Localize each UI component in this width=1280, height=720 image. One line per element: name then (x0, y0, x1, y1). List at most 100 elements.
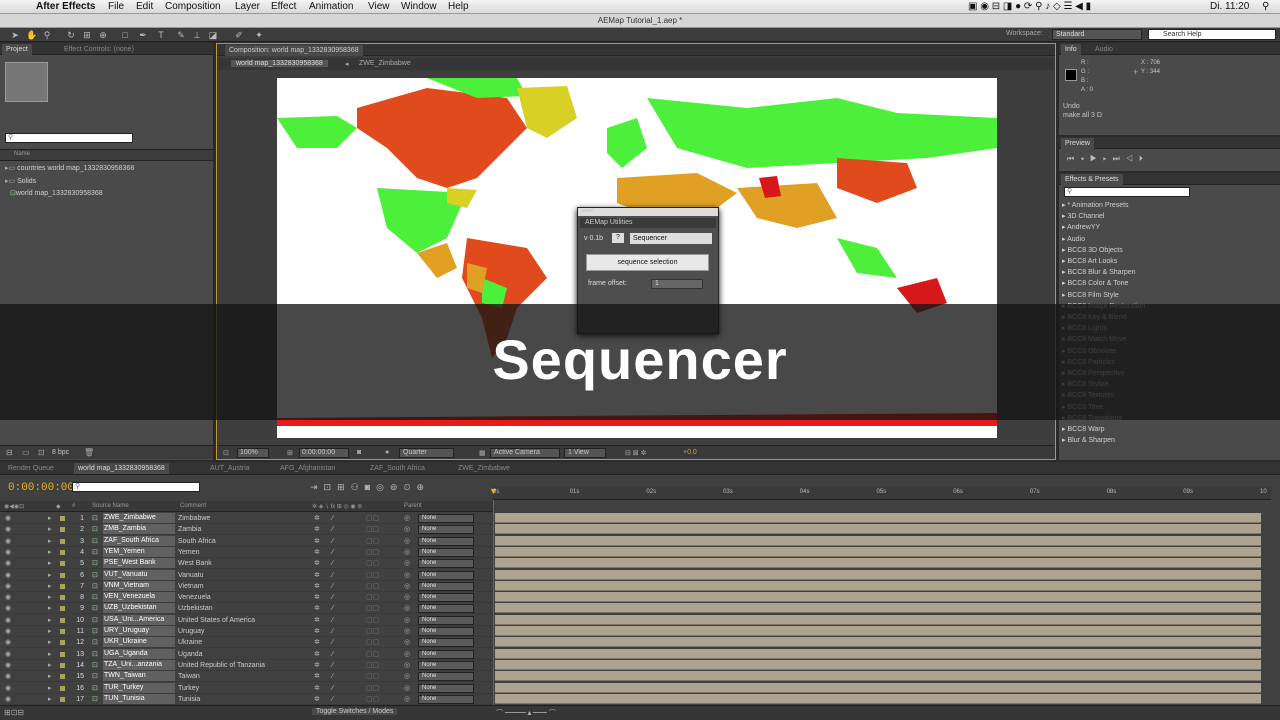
comp-timecode[interactable]: 0:00:00:00 (299, 448, 349, 458)
3d-layer-switch-icon[interactable]: ▢▢ (366, 524, 379, 535)
camera-tool-icon[interactable]: ⊞ (82, 30, 92, 40)
brush-tool-icon[interactable]: ✎ (176, 30, 186, 40)
3d-layer-switch-icon[interactable]: ▢▢ (366, 513, 379, 524)
eye-icon[interactable]: ◉ (5, 694, 11, 705)
rectangle-tool-icon[interactable]: □ (120, 30, 130, 40)
menu-composition[interactable]: Composition (165, 1, 221, 12)
expand-arrow-icon[interactable]: ▸ (48, 592, 52, 603)
layer-source-name[interactable]: ZAF_South Africa (103, 535, 175, 546)
timeline-search-input[interactable]: ⚲ (72, 482, 200, 492)
layer-comment[interactable]: Uruguay (178, 626, 204, 637)
layer-comment[interactable]: Vanuatu (178, 570, 204, 581)
layer-row[interactable]: ◉ ▸ 17 ⊡ TUN_Tunisia Tunisia ✲ ∕ ▢▢ ◎ None (0, 693, 493, 705)
eye-icon[interactable]: ◉ (5, 558, 11, 569)
parent-select[interactable]: None (418, 581, 474, 591)
quality-switch-icon[interactable]: ∕ (332, 603, 333, 614)
eye-icon[interactable]: ◉ (5, 513, 11, 524)
workspace-select[interactable]: Standard (1052, 29, 1142, 40)
pen-tool-icon[interactable]: ✒ (138, 30, 148, 40)
hand-tool-icon[interactable]: ✋ (26, 30, 37, 40)
layer-source-name[interactable]: VNM_Vietnam (103, 580, 175, 591)
parent-select[interactable]: None (418, 536, 474, 546)
layer-duration-bar[interactable] (495, 603, 1261, 614)
layer-source-name[interactable]: TUR_Turkey (103, 682, 175, 693)
quality-switch-icon[interactable]: ∕ (332, 649, 333, 660)
quality-switch-icon[interactable]: ∕ (332, 581, 333, 592)
collapse-switch-icon[interactable]: ✲ (314, 649, 320, 660)
selection-tool-icon[interactable]: ➤ (10, 30, 20, 40)
quality-switch-icon[interactable]: ∕ (332, 592, 333, 603)
expand-arrow-icon[interactable]: ▸ (48, 513, 52, 524)
layer-row[interactable]: ◉ ▸ 12 ⊡ UKR_Ukraine Ukraine ✲ ∕ ▢▢ ◎ None (0, 637, 493, 649)
3d-layer-switch-icon[interactable]: ▢▢ (366, 615, 379, 626)
layer-duration-bar[interactable] (495, 693, 1261, 704)
pickwhip-icon[interactable]: ◎ (404, 649, 410, 660)
pickwhip-icon[interactable]: ◎ (404, 547, 410, 558)
layer-duration-bar[interactable] (495, 580, 1261, 591)
label-color-swatch[interactable] (60, 696, 65, 702)
source-name-header[interactable]: Source Name (92, 503, 129, 509)
layer-comment[interactable]: Uzbekistan (178, 603, 213, 614)
expand-arrow-icon[interactable]: ▸ (48, 570, 52, 581)
breadcrumb-world-map[interactable]: world map_1332830958368 (231, 60, 328, 67)
collapse-switch-icon[interactable]: ✲ (314, 581, 320, 592)
collapse-switch-icon[interactable]: ✲ (314, 694, 320, 705)
tab-south-africa[interactable]: ZAF_South Africa (366, 463, 429, 474)
label-color-swatch[interactable] (60, 662, 65, 668)
layer-duration-bar[interactable] (495, 592, 1261, 603)
layer-duration-bar[interactable] (495, 524, 1261, 535)
zoom-slider-icon[interactable]: ⌒ ━━━▲━━ ⌒ (496, 708, 556, 718)
status-icons[interactable]: ▣ ◉ ⊟ ◨ ● ⟳ ⚲ ♪ ◇ ☰ ◀ ▮ (968, 1, 1091, 12)
snapshot-icon[interactable]: ◙ (357, 449, 361, 456)
quality-switch-icon[interactable]: ∕ (332, 660, 333, 671)
layer-source-name[interactable]: VEN_Venezuela (103, 592, 175, 603)
puppet-tool-icon[interactable]: ✦ (254, 30, 264, 40)
timeline-switches-icons[interactable]: ⇥⊡⊞⚇◙◎⊚⏲⊕ (310, 482, 430, 493)
3d-layer-switch-icon[interactable]: ▢▢ (366, 637, 379, 648)
expand-arrow-icon[interactable]: ▸ (48, 581, 52, 592)
parent-select[interactable]: None (418, 649, 474, 659)
collapse-switch-icon[interactable]: ✲ (314, 536, 320, 547)
channel-icon[interactable]: ● (385, 449, 389, 456)
effects-category[interactable]: ▸ BCC8 Warp (1059, 424, 1267, 435)
layer-source-name[interactable]: UGA_Uganda (103, 648, 175, 659)
layer-row[interactable]: ◉ ▸ 11 ⊡ URY_Uruguay Uruguay ✲ ∕ ▢▢ ◎ None (0, 626, 493, 637)
effects-category[interactable]: ▸ * Animation Presets (1059, 200, 1267, 211)
collapse-switch-icon[interactable]: ✲ (314, 637, 320, 648)
sequence-selection-button[interactable]: sequence selection (586, 254, 709, 271)
collapse-switch-icon[interactable]: ✲ (314, 671, 320, 682)
parent-select[interactable]: None (418, 514, 474, 523)
quality-switch-icon[interactable]: ∕ (332, 626, 333, 637)
timeline-timecode[interactable]: 0:00:00:00 (8, 482, 74, 494)
playback-controls-icon[interactable]: ⏮◂▶▸⏭◁⏵ (1067, 154, 1149, 164)
eye-icon[interactable]: ◉ (5, 547, 11, 558)
effects-category[interactable]: ▸ AndrewYY (1059, 222, 1267, 233)
menu-view[interactable]: View (368, 1, 390, 12)
quality-switch-icon[interactable]: ∕ (332, 570, 333, 581)
collapse-switch-icon[interactable]: ✲ (314, 683, 320, 694)
parent-select[interactable]: None (418, 604, 474, 614)
tab-render-queue[interactable]: Render Queue (4, 463, 58, 474)
quality-switch-icon[interactable]: ∕ (332, 694, 333, 705)
quality-switch-icon[interactable]: ∕ (332, 513, 333, 524)
layer-row[interactable]: ◉ ▸ 6 ⊡ VUT_Vanuatu Vanuatu ✲ ∕ ▢▢ ◎ None (0, 569, 493, 581)
bpc-label[interactable]: 8 bpc (52, 449, 69, 456)
zoom-select[interactable]: 100% (237, 448, 269, 458)
pickwhip-icon[interactable]: ◎ (404, 603, 410, 614)
label-color-swatch[interactable] (60, 606, 65, 612)
3d-layer-switch-icon[interactable]: ▢▢ (366, 660, 379, 671)
effects-category[interactable]: ▸ BCC8 3D Objects (1059, 245, 1267, 256)
expand-arrow-icon[interactable]: ▸ (48, 694, 52, 705)
pickwhip-icon[interactable]: ◎ (404, 671, 410, 682)
layer-duration-bar[interactable] (495, 682, 1261, 693)
help-button[interactable]: ? (612, 233, 624, 243)
label-color-swatch[interactable] (60, 595, 65, 601)
layer-duration-bar[interactable] (495, 558, 1261, 569)
label-color-swatch[interactable] (60, 629, 65, 634)
collapse-switch-icon[interactable]: ✲ (314, 570, 320, 581)
3d-layer-switch-icon[interactable]: ▢▢ (366, 603, 379, 614)
eye-icon[interactable]: ◉ (5, 581, 11, 592)
always-preview-icon[interactable]: ⊡ (223, 449, 229, 457)
trash-icon[interactable]: 🗑 (84, 448, 94, 457)
menu-layer[interactable]: Layer (235, 1, 260, 12)
